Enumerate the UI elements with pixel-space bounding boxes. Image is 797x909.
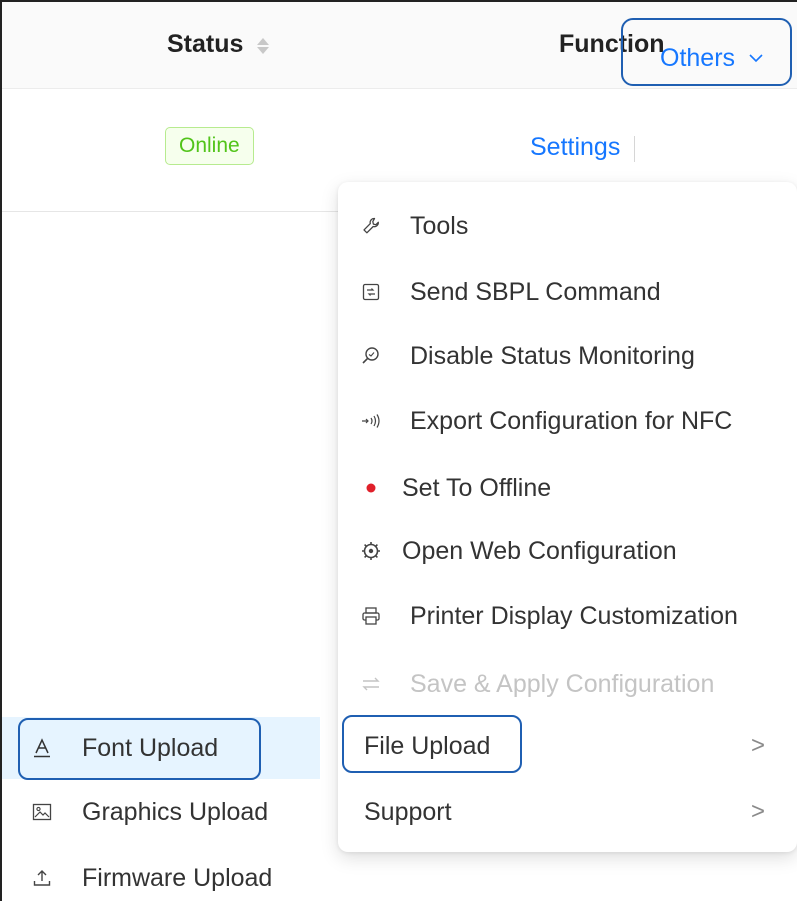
menu-item-label: Printer Display Customization xyxy=(410,601,738,630)
submenu-item-label: Graphics Upload xyxy=(82,797,269,826)
chevron-down-icon xyxy=(749,54,763,63)
settings-link[interactable]: Settings xyxy=(530,133,620,162)
status-badge: Online xyxy=(165,127,254,165)
swap-icon xyxy=(360,673,382,695)
others-label: Others xyxy=(660,44,736,72)
menu-item-support[interactable]: Support > xyxy=(338,782,797,842)
image-icon xyxy=(30,800,54,824)
sort-descending-icon xyxy=(257,46,270,54)
sort-ascending-icon xyxy=(257,37,270,45)
menu-item-label: Save & Apply Configuration xyxy=(410,669,715,698)
submenu-item-graphics-upload[interactable]: Graphics Upload xyxy=(2,781,320,843)
chevron-right-icon: > xyxy=(750,798,765,825)
menu-item-label: Tools xyxy=(410,211,469,240)
menu-item-label: Send SBPL Command xyxy=(410,277,661,306)
menu-item-set-to-offline[interactable]: Set To Offline xyxy=(338,458,797,518)
printer-icon xyxy=(360,605,382,627)
web-icon xyxy=(360,540,382,562)
menu-item-label: Export Configuration for NFC xyxy=(410,406,733,435)
submenu-item-font-upload[interactable]: Font Upload xyxy=(2,717,320,780)
file-upload-submenu: Font Upload Graphics Upload Firmware Upl… xyxy=(2,713,320,901)
menu-item-disable-status-monitoring[interactable]: Disable Status Monitoring xyxy=(338,326,797,386)
menu-item-label: Disable Status Monitoring xyxy=(410,341,695,370)
others-dropdown-menu: Tools Send SBPL Command Disable Status M… xyxy=(338,182,797,852)
menu-item-save-apply-configuration: Save & Apply Configuration xyxy=(338,654,797,714)
upload-icon xyxy=(30,866,54,890)
menu-item-label: Support xyxy=(364,797,452,826)
wrench-icon xyxy=(360,215,382,237)
menu-item-label: Open Web Configuration xyxy=(402,536,677,565)
others-dropdown-button[interactable]: Others xyxy=(660,44,763,73)
red-dot-icon xyxy=(360,477,382,499)
status-header-label: Status xyxy=(167,30,244,58)
action-divider xyxy=(634,136,635,162)
submenu-item-label: Firmware Upload xyxy=(82,863,273,892)
chevron-right-icon: > xyxy=(750,732,765,759)
menu-item-open-web-configuration[interactable]: Open Web Configuration xyxy=(338,521,797,581)
font-upload-highlight-box xyxy=(18,718,261,780)
sort-icon[interactable] xyxy=(257,37,270,54)
menu-item-label: Set To Offline xyxy=(402,473,552,502)
menu-item-send-sbpl-command[interactable]: Send SBPL Command xyxy=(338,262,797,322)
monitor-search-icon xyxy=(360,345,382,367)
command-icon xyxy=(360,281,382,303)
file-upload-highlight-box xyxy=(342,715,522,773)
menu-item-export-configuration-nfc[interactable]: Export Configuration for NFC xyxy=(338,391,797,451)
status-column-header[interactable]: Status xyxy=(167,30,270,59)
submenu-item-firmware-upload[interactable]: Firmware Upload xyxy=(2,847,320,909)
nfc-icon xyxy=(360,410,382,432)
menu-item-tools[interactable]: Tools xyxy=(338,196,797,256)
menu-item-printer-display-customization[interactable]: Printer Display Customization xyxy=(338,586,797,646)
